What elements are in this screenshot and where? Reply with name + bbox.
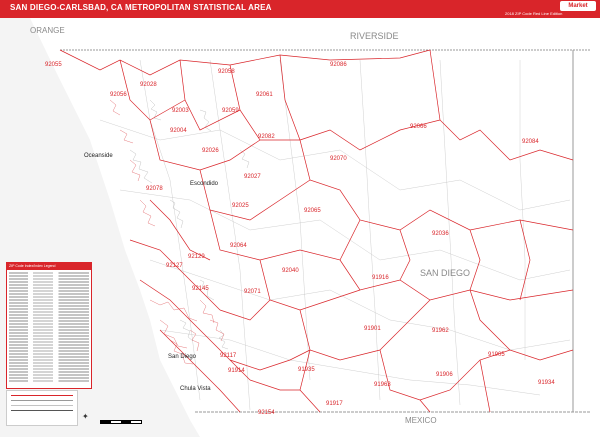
zip-label: 92061 — [256, 92, 273, 98]
legend-row — [9, 356, 89, 358]
zip-label: 92064 — [230, 243, 247, 249]
city-label-chula-vista: Chula Vista — [180, 386, 211, 392]
legend-row — [9, 320, 89, 322]
zip-label: 92004 — [170, 128, 187, 134]
region-label-riverside: RIVERSIDE — [350, 31, 399, 41]
legend-row — [9, 305, 89, 307]
zip-label: 92071 — [244, 289, 261, 295]
legend-title: ZIP Code Index/Index Legend — [7, 263, 91, 270]
compass-icon: ✦ — [82, 412, 89, 421]
zip-label: 91906 — [436, 372, 453, 378]
legend-row — [9, 272, 89, 274]
zip-label: 92127 — [166, 263, 183, 269]
zip-label: 92084 — [522, 139, 539, 145]
zip-label: 92036 — [432, 231, 449, 237]
zip-code-legend: ZIP Code Index/Index Legend — [6, 262, 92, 389]
key-zip-boundary — [11, 395, 73, 396]
legend-row — [9, 338, 89, 340]
zip-label: 91935 — [298, 367, 315, 373]
zip-label: 92078 — [146, 186, 163, 192]
legend-row — [9, 371, 89, 373]
zip-label: 92059 — [222, 108, 239, 114]
legend-row — [9, 332, 89, 334]
legend-row — [9, 287, 89, 289]
legend-row — [9, 350, 89, 352]
legend-row — [9, 359, 89, 361]
key-county-boundary — [11, 400, 73, 401]
zip-label: 92028 — [140, 82, 157, 88]
legend-row — [9, 323, 89, 325]
legend-row — [9, 341, 89, 343]
zip-label: 92065 — [304, 208, 321, 214]
edition-label: 2018 ZIP Code Red Line Edition — [505, 11, 563, 16]
legend-row — [9, 374, 89, 376]
zip-label: 91917 — [326, 401, 343, 407]
map-title: SAN DIEGO-CARLSBAD, CA METROPOLITAN STAT… — [10, 3, 272, 12]
map-header: SAN DIEGO-CARLSBAD, CA METROPOLITAN STAT… — [0, 0, 600, 19]
zip-label: 92154 — [258, 410, 275, 416]
legend-row — [9, 344, 89, 346]
zip-label: 92027 — [244, 174, 261, 180]
zip-label: 91905 — [488, 352, 505, 358]
zip-label: 91914 — [228, 368, 245, 374]
legend-row — [9, 296, 89, 298]
legend-row — [9, 281, 89, 283]
legend-row — [9, 353, 89, 355]
zip-label: 92026 — [202, 148, 219, 154]
key-roads — [11, 405, 73, 406]
zip-label: 92058 — [218, 69, 235, 75]
legend-row — [9, 302, 89, 304]
region-label-san-diego: SAN DIEGO — [420, 268, 470, 278]
legend-rows — [7, 270, 91, 384]
zip-label: 92056 — [110, 92, 127, 98]
zip-label: 92070 — [330, 156, 347, 162]
city-label-oceanside: Oceanside — [84, 153, 113, 159]
legend-row — [9, 335, 89, 337]
legend-row — [9, 278, 89, 280]
legend-row — [9, 380, 89, 382]
zip-label: 92040 — [282, 268, 299, 274]
scale-bar-icon — [100, 420, 142, 424]
zip-label: 92129 — [188, 254, 205, 260]
legend-row — [9, 275, 89, 277]
zip-label: 92082 — [258, 134, 275, 140]
zip-label: 92055 — [45, 62, 62, 68]
zip-label: 92003 — [172, 108, 189, 114]
region-label-orange: ORANGE — [30, 26, 65, 35]
zip-label: 92145 — [192, 286, 209, 292]
legend-row — [9, 326, 89, 328]
legend-row — [9, 284, 89, 286]
legend-row — [9, 317, 89, 319]
zip-label: 91962 — [432, 328, 449, 334]
zip-label: 91963 — [374, 382, 391, 388]
legend-row — [9, 347, 89, 349]
legend-row — [9, 368, 89, 370]
key-highway — [11, 410, 73, 411]
legend-row — [9, 365, 89, 367]
legend-row — [9, 311, 89, 313]
zip-label: 91916 — [372, 275, 389, 281]
region-label-mexico: MEXICO — [405, 416, 437, 425]
legend-row — [9, 314, 89, 316]
zip-label: 91934 — [538, 380, 555, 386]
legend-row — [9, 329, 89, 331]
legend-row — [9, 362, 89, 364]
brand-logo: Market Maps — [560, 1, 596, 19]
legend-row — [9, 299, 89, 301]
map-key — [6, 390, 78, 426]
legend-row — [9, 290, 89, 292]
zip-label: 92086 — [330, 62, 347, 68]
legend-row — [9, 293, 89, 295]
legend-row — [9, 377, 89, 379]
city-label-escondido: Escondido — [190, 181, 219, 187]
legend-row — [9, 308, 89, 310]
city-label-san-diego: San Diego — [168, 354, 197, 360]
zip-label: 91901 — [364, 326, 381, 332]
zip-label: 92066 — [410, 124, 427, 130]
zip-label: 92117 — [220, 353, 237, 359]
zip-label: 92025 — [232, 203, 249, 209]
